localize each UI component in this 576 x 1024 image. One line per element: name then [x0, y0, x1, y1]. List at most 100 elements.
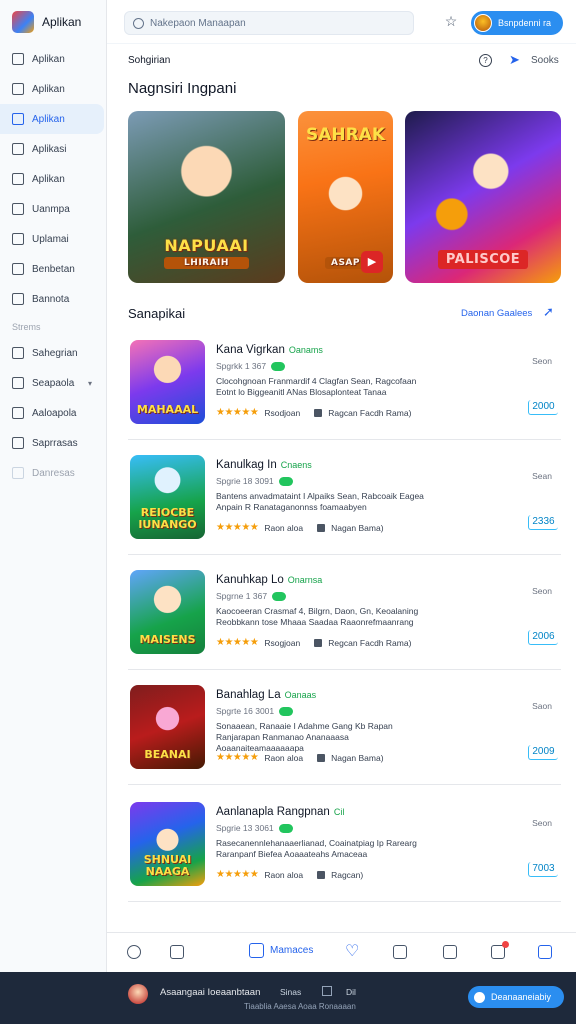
list-link[interactable]: Daonan Gaalees: [461, 308, 532, 319]
sidebar-item[interactable]: Aplikan: [0, 164, 104, 194]
sidebar-item[interactable]: Sahegrian: [0, 338, 104, 368]
heart-icon[interactable]: ♡: [345, 941, 359, 961]
app-title[interactable]: Banahlag La Oanaas: [216, 689, 316, 701]
app-icon[interactable]: MAISENS: [130, 570, 205, 654]
image-tab-icon[interactable]: [393, 945, 407, 959]
sidebar-item[interactable]: Benbetan: [0, 254, 104, 284]
app-title[interactable]: Aanlanapla Rangpnan Cil: [216, 806, 344, 818]
search-box[interactable]: [124, 11, 414, 35]
footer-name: Asaangaai Ioeaanbtaan: [160, 987, 261, 998]
app-meta-text: Spgrie 13 3061: [216, 823, 274, 833]
app-tag: Cil: [333, 807, 345, 817]
sidebar-item-label: Benbetan: [32, 263, 75, 275]
app-reviews: Raon aloa: [264, 752, 304, 763]
sidebar-item[interactable]: Seapaola ▾: [0, 368, 104, 398]
search-input[interactable]: [150, 17, 390, 29]
price-button[interactable]: 2000: [528, 400, 558, 415]
sidebar-item[interactable]: Uanmpa: [0, 194, 104, 224]
sidebar-item[interactable]: Uplamai: [0, 224, 104, 254]
app-publisher: Nagan Bama): [331, 522, 384, 533]
sidebar-item-label: Seapaola: [32, 377, 75, 389]
sidebar-item[interactable]: Bannota: [0, 284, 104, 314]
app-title[interactable]: Kanulkag In Cnaens: [216, 459, 312, 471]
home-tab-icon[interactable]: [127, 945, 141, 959]
sidebar-item[interactable]: Aplikasi: [0, 134, 104, 164]
app-reviews: Raon aloa: [264, 869, 304, 880]
section-link[interactable]: Sooks: [531, 55, 559, 66]
app-icon-text: MAHAAAL: [136, 402, 199, 416]
app-side-label: Saon: [532, 701, 552, 711]
featured-card-title: PALISCOE: [437, 250, 529, 269]
footer-action-button[interactable]: Deanaaneiabiy: [468, 986, 564, 1008]
sidebar-item-label: Aplikan: [32, 113, 65, 125]
price-button[interactable]: 2336: [528, 515, 558, 530]
app-publisher: Ragcan): [331, 869, 364, 880]
app-reviews: Rsogjoan: [264, 637, 301, 648]
sidebar-item[interactable]: Aplikan: [0, 44, 104, 74]
app-icon[interactable]: MAHAAAL: [130, 340, 205, 424]
status-badge: [272, 591, 287, 601]
list-item[interactable]: MAISENS Kanuhkap Lo Onarnsa Spgrne 1 367 Kao…: [128, 562, 561, 670]
price-button[interactable]: 2006: [528, 630, 558, 645]
list-icon: [12, 263, 24, 275]
sidebar-item[interactable]: Aplikan: [0, 74, 104, 104]
app-meta-text: Spgrkk 1 367: [216, 361, 267, 371]
top-bar: ☆ Bsnpdenni ra: [107, 0, 576, 44]
sidebar: Aplikan Aplikan Aplikan Aplikan Aplikasi Apl…: [0, 0, 107, 972]
list-item[interactable]: MAHAAAL Kana Vigrkan Oanams Spgrkk 1 367 Clo…: [128, 332, 561, 440]
app-icon[interactable]: SHNUAI NAAGA: [130, 802, 205, 886]
checkbox-icon[interactable]: [322, 986, 332, 996]
send-icon[interactable]: ➤: [509, 52, 523, 67]
app-title[interactable]: Kanuhkap Lo Onarnsa: [216, 574, 322, 586]
app-title[interactable]: Kana Vigrkan Oanams: [216, 344, 323, 356]
grid-icon: [12, 113, 24, 125]
bag-icon: [314, 408, 323, 417]
brand[interactable]: Aplikan: [0, 0, 106, 44]
status-badge: [278, 823, 293, 833]
footer-button-label: Deanaaneiabiy: [491, 992, 552, 1002]
app-icon-text: SHNUAI NAAGA: [143, 852, 192, 878]
app-icon[interactable]: REIOCBE IUNANGO: [130, 455, 205, 539]
share-icon[interactable]: ☆: [443, 13, 459, 29]
featured-card-subtitle: LHIRAIH: [164, 257, 249, 269]
list-item[interactable]: SHNUAI NAAGA Aanlanapla Rangpnan Cil Spgrie…: [128, 794, 561, 902]
app-meta-text: Spgrne 1 367: [216, 591, 268, 601]
user-profile-button[interactable]: Bsnpdenni ra: [471, 11, 563, 35]
sidebar-item[interactable]: Aplikan: [0, 104, 104, 134]
app-description: Sonaaean, Ranaaie I Adahme Gang Kb Rapan…: [216, 721, 393, 753]
avatar: [128, 984, 148, 1004]
tv-icon: [12, 293, 24, 305]
sidebar-item[interactable]: Aaloapola: [0, 398, 104, 428]
play-icon[interactable]: ▶: [361, 251, 383, 273]
sidebar-item-label: Sahegrian: [32, 347, 78, 359]
sidebar-item-label: Aplikan: [32, 173, 65, 185]
app-publisher: Regcan Facdh Rama): [328, 637, 412, 648]
arrow-icon[interactable]: ➚: [543, 304, 554, 320]
app-title-text: Kana Vigrkan: [216, 344, 285, 356]
featured-card[interactable]: PALISCOE: [405, 111, 561, 283]
list-item[interactable]: BEANAI Banahlag La Oanaas Spgrte 16 3001 Son…: [128, 677, 561, 785]
info-icon[interactable]: ?: [479, 54, 492, 67]
app-tag: Oanams: [288, 345, 323, 355]
calendar-tab-icon[interactable]: [170, 945, 184, 959]
sidebar-section-label: Strems: [12, 322, 41, 332]
gift-tab-icon[interactable]: [443, 945, 457, 959]
profile-tab-icon[interactable]: [538, 945, 552, 959]
price-button[interactable]: 7003: [528, 862, 558, 877]
app-icon[interactable]: BEANAI: [130, 685, 205, 769]
chevron-down-icon[interactable]: ▾: [88, 379, 92, 388]
featured-card[interactable]: SAHRAK ASAP ▶: [298, 111, 393, 283]
app-title-text: Aanlanapla Rangpnan: [216, 806, 330, 818]
rating-stars-icon: ★★★★★: [216, 637, 259, 648]
sidebar-item[interactable]: Saprrasas: [0, 428, 104, 458]
list-item[interactable]: REIOCBE IUNANGO Kanulkag In Cnaens Spgrie 1…: [128, 447, 561, 555]
featured-card[interactable]: NAPUAAI LHIRAIH: [128, 111, 285, 283]
app-tag: Oanaas: [284, 690, 317, 700]
bag-icon: [317, 523, 326, 532]
tab-active[interactable]: Mamaces: [249, 943, 313, 958]
sidebar-item-label: Aplikan: [32, 53, 65, 65]
price-button[interactable]: 2009: [528, 745, 558, 760]
featured-title: Nagnsiri Ingpani: [128, 80, 237, 97]
user-name: Bsnpdenni ra: [498, 18, 552, 28]
sidebar-item[interactable]: Danresas: [0, 458, 104, 488]
